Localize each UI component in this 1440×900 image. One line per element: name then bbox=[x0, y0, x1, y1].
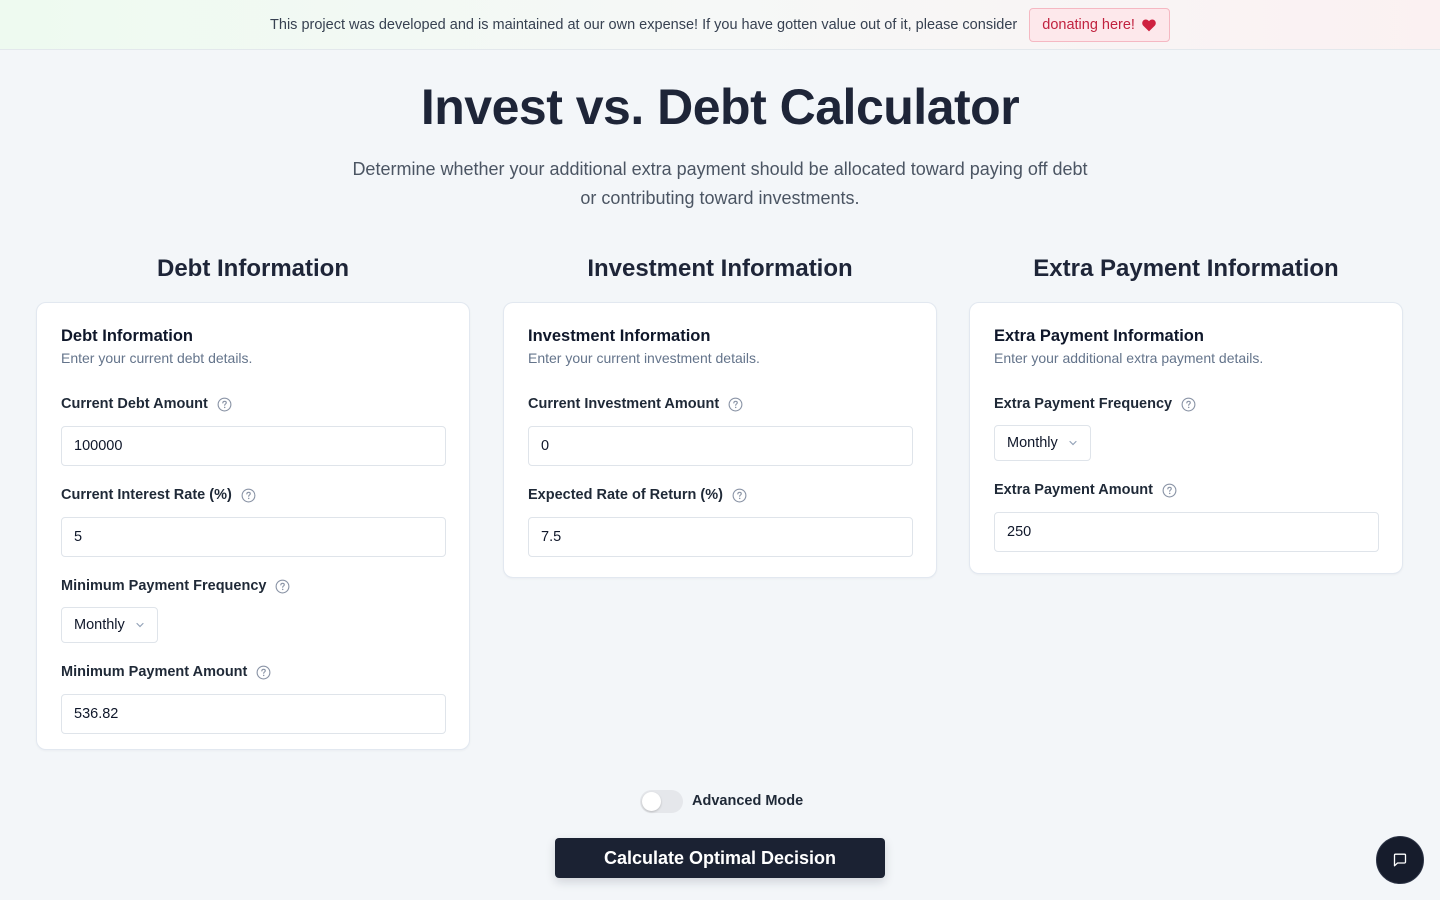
return-rate-label: Expected Rate of Return (%) bbox=[528, 486, 912, 504]
help-circle-icon[interactable] bbox=[732, 488, 747, 503]
donate-label: donating here! bbox=[1042, 16, 1135, 33]
debt-amount-input[interactable] bbox=[61, 426, 446, 466]
donate-button[interactable]: donating here! bbox=[1029, 7, 1170, 42]
extra-frequency-select[interactable]: Monthly bbox=[994, 425, 1091, 461]
donation-banner: This project was developed and is mainta… bbox=[0, 0, 1440, 50]
min-payment-frequency-label: Minimum Payment Frequency bbox=[61, 577, 445, 595]
extra-card-title: Extra Payment Information bbox=[994, 327, 1204, 345]
advanced-mode-row: Advanced Mode bbox=[640, 789, 803, 813]
extra-card-description: Enter your additional extra payment deta… bbox=[994, 350, 1264, 366]
help-circle-icon[interactable] bbox=[728, 397, 743, 412]
debt-card: Debt Information Enter your current debt… bbox=[36, 302, 470, 750]
extra-frequency-label-text: Extra Payment Frequency bbox=[994, 396, 1173, 412]
investment-amount-label-text: Current Investment Amount bbox=[528, 396, 720, 412]
extra-amount-label-text: Extra Payment Amount bbox=[994, 482, 1153, 498]
interest-rate-label: Current Interest Rate (%) bbox=[61, 486, 445, 504]
debt-amount-label: Current Debt Amount bbox=[61, 395, 445, 413]
investment-card-description: Enter your current investment details. bbox=[528, 350, 760, 366]
calculate-button[interactable]: Calculate Optimal Decision bbox=[555, 838, 885, 878]
help-circle-icon[interactable] bbox=[275, 579, 290, 594]
min-payment-amount-input[interactable] bbox=[61, 694, 446, 734]
extra-amount-label: Extra Payment Amount bbox=[994, 481, 1378, 499]
debt-amount-label-text: Current Debt Amount bbox=[61, 396, 208, 412]
chat-bubble-icon bbox=[1393, 853, 1407, 867]
chevron-down-icon bbox=[136, 622, 144, 628]
help-circle-icon[interactable] bbox=[256, 665, 271, 680]
debt-card-description: Enter your current debt details. bbox=[61, 350, 253, 366]
interest-rate-label-text: Current Interest Rate (%) bbox=[61, 487, 232, 503]
help-circle-icon[interactable] bbox=[1162, 483, 1177, 498]
investment-section-heading: Investment Information bbox=[587, 255, 853, 282]
help-circle-icon[interactable] bbox=[217, 397, 232, 412]
extra-frequency-label: Extra Payment Frequency bbox=[994, 395, 1378, 413]
investment-card-title: Investment Information bbox=[528, 327, 711, 345]
interest-rate-input[interactable] bbox=[61, 517, 446, 557]
extra-payment-card: Extra Payment Information Enter your add… bbox=[969, 302, 1403, 574]
heart-icon bbox=[1142, 19, 1156, 31]
investment-card: Investment Information Enter your curren… bbox=[503, 302, 937, 578]
min-payment-amount-label: Minimum Payment Amount bbox=[61, 663, 445, 681]
help-circle-icon[interactable] bbox=[1181, 397, 1196, 412]
min-payment-frequency-value: Monthly bbox=[74, 617, 125, 633]
toggle-knob bbox=[642, 791, 661, 811]
min-payment-frequency-select[interactable]: Monthly bbox=[61, 607, 158, 643]
extra-frequency-value: Monthly bbox=[1007, 435, 1058, 451]
debt-section-heading: Debt Information bbox=[157, 255, 349, 282]
page-subtitle: Determine whether your additional extra … bbox=[352, 159, 1088, 208]
page-title: Invest vs. Debt Calculator bbox=[420, 79, 1020, 135]
investment-amount-label: Current Investment Amount bbox=[528, 395, 912, 413]
investment-amount-input[interactable] bbox=[528, 426, 913, 466]
return-rate-input[interactable] bbox=[528, 517, 913, 557]
min-payment-amount-label-text: Minimum Payment Amount bbox=[61, 664, 248, 680]
chat-button[interactable] bbox=[1376, 836, 1424, 884]
help-circle-icon[interactable] bbox=[241, 488, 256, 503]
extra-section-heading: Extra Payment Information bbox=[1033, 255, 1339, 282]
banner-text: This project was developed and is mainta… bbox=[270, 16, 1018, 33]
chevron-down-icon bbox=[1069, 440, 1077, 446]
advanced-mode-toggle[interactable] bbox=[640, 789, 683, 813]
return-rate-label-text: Expected Rate of Return (%) bbox=[528, 487, 723, 503]
extra-amount-input[interactable] bbox=[994, 512, 1379, 552]
debt-card-title: Debt Information bbox=[61, 327, 193, 345]
advanced-mode-label: Advanced Mode bbox=[692, 793, 804, 809]
min-payment-frequency-label-text: Minimum Payment Frequency bbox=[61, 578, 267, 594]
